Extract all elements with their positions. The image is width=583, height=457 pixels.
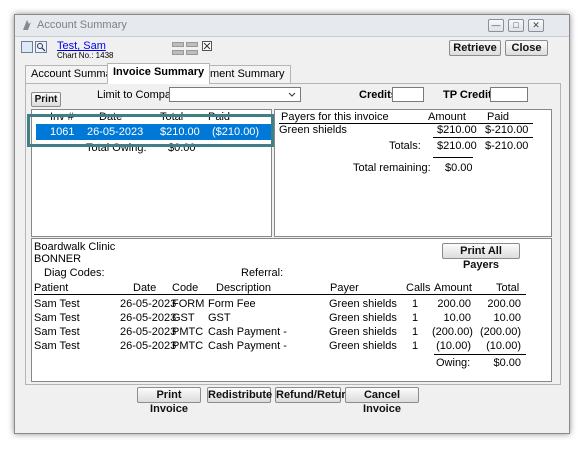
column-header-amount: Amount (434, 282, 472, 294)
cell-payer: Green shields (329, 298, 397, 310)
cell-amount: (10.00) (436, 340, 471, 352)
search-icon[interactable] (35, 41, 47, 53)
column-header-code: Code (172, 282, 199, 294)
table-row[interactable]: Sam Test 26-05-2023 PMTC Cash Payment - Gree… (32, 340, 532, 354)
cell-total: (200.00) (480, 326, 521, 338)
maximize-icon: □ (513, 20, 519, 30)
cell-amount: 200.00 (437, 298, 471, 310)
totals-amount: $210.00 (437, 140, 477, 152)
minimize-icon: — (491, 20, 501, 30)
cell-patient: Sam Test (34, 298, 80, 310)
totals-paid: $-210.00 (485, 140, 529, 152)
cell-code: GST (172, 312, 195, 324)
cell-code: PMTC (172, 340, 204, 352)
title-bar: Account Summary — □ ✕ (15, 15, 569, 37)
cell-amount: 10.00 (443, 312, 471, 324)
payers-panel: Payers for this invoice Amount Paid Gree… (274, 109, 552, 237)
remaining-divider (433, 157, 473, 158)
totals-label: Totals: (389, 140, 421, 152)
cell-amount: (200.00) (432, 326, 473, 338)
tab-invoice-summary[interactable]: Invoice Summary (107, 63, 211, 84)
payer-paid: $-210.00 (485, 124, 529, 136)
credits-field[interactable] (392, 87, 424, 102)
highlight-box (27, 114, 274, 147)
cell-total: 200.00 (487, 298, 521, 310)
invoice-detail-panel: Boardwalk Clinic BONNER Diag Codes: Refe… (31, 238, 552, 382)
cell-patient: Sam Test (34, 326, 80, 338)
close-window-button[interactable]: ✕ (528, 19, 544, 32)
column-header-calls: Calls (406, 282, 431, 294)
column-header-description: Description (216, 282, 272, 294)
owing-value: $0.00 (493, 357, 521, 369)
cancel-invoice-button[interactable]: Cancel Invoice (345, 387, 419, 415)
cell-date: 26-05-2023 (120, 298, 177, 310)
cell-total: (10.00) (486, 340, 521, 352)
referral-label: Referral: (241, 267, 284, 279)
bar-icon (172, 42, 184, 47)
cell-payer: Green shields (329, 340, 397, 352)
remaining-label: Total remaining: (353, 162, 431, 174)
cell-desc: GST (208, 312, 231, 324)
table-row[interactable]: Sam Test 26-05-2023 PMTC Cash Payment - Gree… (32, 326, 532, 340)
cell-patient: Sam Test (34, 340, 80, 352)
cell-date: 26-05-2023 (120, 340, 177, 352)
window-title: Account Summary (37, 19, 127, 31)
chevron-down-icon (288, 92, 296, 97)
payers-header: Payers for this invoice (281, 111, 389, 123)
cell-calls: 1 (412, 326, 419, 338)
remaining-value: $0.00 (445, 162, 473, 174)
table-row[interactable]: Sam Test 26-05-2023 GST GST Green shields 1 10… (32, 312, 532, 326)
cell-payer: Green shields (329, 326, 397, 338)
diag-codes-label: Diag Codes: (44, 267, 105, 279)
chart-number: Chart No.: 1438 (57, 51, 114, 60)
refund-return-button[interactable]: Refund/Return (275, 387, 352, 403)
checkbox-icon[interactable] (202, 41, 212, 51)
close-icon: ✕ (532, 20, 540, 30)
bar-icon (172, 50, 184, 55)
account-summary-window: Account Summary — □ ✕ Test, Sam Chart No… (14, 14, 570, 434)
company-select[interactable] (169, 87, 301, 102)
cell-calls: 1 (412, 312, 419, 324)
column-header-payer: Payer (330, 282, 359, 294)
table-row[interactable]: Sam Test 26-05-2023 FORM Form Fee Green shie… (32, 298, 532, 312)
provider-name: BONNER (34, 253, 82, 265)
payer-name: Green shields (279, 124, 347, 136)
bar-icon (186, 50, 198, 55)
cell-date: 26-05-2023 (120, 326, 177, 338)
header-divider (34, 294, 526, 295)
retrieve-button[interactable]: Retrieve (449, 40, 501, 56)
cell-date: 26-05-2023 (120, 312, 177, 324)
totals-divider (433, 137, 533, 138)
redistribute-button[interactable]: Redistribute (207, 387, 272, 403)
payer-amount: $210.00 (437, 124, 477, 136)
print-button[interactable]: Print (31, 92, 61, 107)
maximize-button[interactable]: □ (508, 19, 524, 32)
cell-payer: Green shields (329, 312, 397, 324)
patient-card-icon[interactable] (21, 41, 33, 53)
cell-calls: 1 (412, 340, 419, 352)
payers-paid-header: Paid (487, 111, 510, 123)
cell-desc: Cash Payment - (208, 340, 287, 352)
print-all-payers-button[interactable]: Print All Payers (442, 243, 520, 271)
cell-calls: 1 (412, 298, 419, 310)
payers-amount-header: Amount (428, 111, 466, 123)
owing-label: Owing: (436, 357, 471, 369)
cell-total: 10.00 (493, 312, 521, 324)
cell-code: PMTC (172, 326, 204, 338)
cell-desc: Form Fee (208, 298, 256, 310)
column-header-date: Date (133, 282, 157, 294)
owing-divider (434, 354, 526, 355)
clinic-name: Boardwalk Clinic (34, 241, 116, 253)
close-button[interactable]: Close (505, 40, 548, 56)
column-header-total: Total (496, 282, 520, 294)
minimize-button[interactable]: — (488, 19, 504, 32)
app-icon (23, 20, 31, 30)
column-header-patient: Patient (34, 282, 69, 294)
tp-credits-field[interactable] (490, 87, 528, 102)
cell-patient: Sam Test (34, 312, 80, 324)
print-invoice-button[interactable]: Print Invoice (137, 387, 201, 415)
bar-icon (186, 42, 198, 47)
cell-desc: Cash Payment - (208, 326, 287, 338)
cell-code: FORM (172, 298, 205, 310)
